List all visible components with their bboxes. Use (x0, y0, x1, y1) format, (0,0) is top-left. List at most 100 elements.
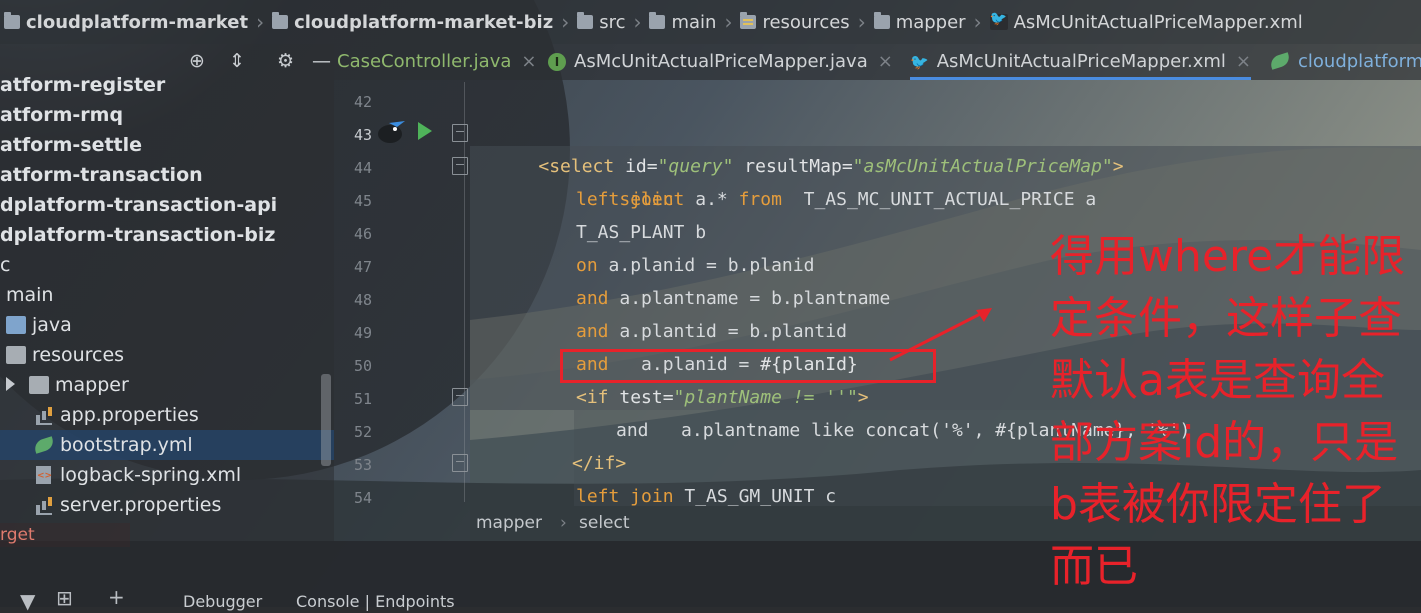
editor-breadcrumb-select[interactable]: select (579, 506, 630, 541)
add-watch-icon[interactable]: ⊞ (56, 586, 73, 610)
breadcrumb-item-mapper-xml[interactable]: AsMcUnitActualPriceMapper.xml (989, 11, 1303, 33)
properties-file-icon (34, 406, 54, 425)
fold-toggle-icon[interactable] (452, 388, 468, 406)
tab-cloudplatform[interactable]: cloudplatform (1268, 44, 1421, 80)
line-number: 47 (353, 258, 372, 276)
xml-file-icon (34, 466, 54, 484)
tree-item-module[interactable]: atform-transaction (0, 160, 334, 190)
editor-breadcrumb-mapper[interactable]: mapper (476, 506, 542, 541)
tree-item-bootstrap-yml[interactable]: bootstrap.yml (0, 430, 334, 460)
code-line-48: and a.plantname = b.plantname (576, 288, 891, 309)
interface-icon: I (548, 53, 566, 71)
code-line-43: <select id="query" resultMap="asMcUnitAc… (538, 156, 1124, 177)
annotation-note: 得用where才能限定条件，这样子查默认a表是查询全部方案id的，只是b表被你限… (1050, 231, 1406, 592)
breadcrumb-item-mapper[interactable]: mapper (873, 12, 966, 33)
tab-debugger[interactable]: Debugger (183, 592, 262, 611)
breadcrumb-item-resources[interactable]: resources (740, 12, 850, 33)
breadcrumb-item-cloudplatform-market[interactable]: cloudplatform-market (4, 12, 248, 33)
fold-toggle-icon[interactable] (452, 157, 468, 175)
line-number: 46 (353, 225, 372, 243)
tree-item-module[interactable]: atform-rmq (0, 100, 334, 130)
run-gutter-icon[interactable] (418, 122, 432, 140)
gear-icon[interactable]: ⚙ (277, 51, 294, 71)
tab-mapper-java[interactable]: I AsMcUnitActualPriceMapper.java × (548, 44, 893, 80)
filter-icon[interactable]: ▼ (20, 589, 35, 613)
expand-arrow-icon[interactable] (6, 377, 15, 391)
collapse-icon[interactable]: ⇕ (229, 51, 245, 71)
yml-file-icon (34, 436, 54, 454)
line-number: 45 (353, 192, 372, 210)
minimize-icon[interactable]: — (312, 51, 331, 71)
code-line-54: left join T_AS_GM_UNIT c (576, 486, 837, 506)
tab-console-endpoints[interactable]: Console | Endpoints (296, 592, 455, 611)
tree-item-module[interactable]: atform-register (0, 70, 334, 100)
project-panel: ⊕ ⇕ ⚙ — atform-register atform-rmq atfor… (0, 44, 334, 541)
properties-file-icon (34, 496, 54, 515)
tree-item-java[interactable]: java (0, 310, 334, 340)
mybatis-navigate-icon[interactable] (375, 117, 407, 145)
close-icon[interactable]: × (521, 51, 536, 72)
breadcrumb-separator: › (561, 10, 570, 34)
fold-guide-line (464, 82, 465, 502)
navigation-breadcrumb: cloudplatform-market › cloudplatform-mar… (0, 0, 1421, 44)
mybatis-xml-icon (989, 11, 1008, 30)
line-number: 43 (353, 126, 372, 144)
tree-item-resources[interactable]: resources (0, 340, 334, 370)
crosshair-icon[interactable]: ⊕ (189, 51, 205, 71)
project-scrollbar[interactable] (321, 374, 331, 466)
tree-item-module[interactable]: dplatform-transaction-api (0, 190, 334, 220)
mybatis-xml-icon: 🐦 (910, 53, 929, 71)
breadcrumb-separator: › (256, 10, 265, 34)
line-number: 53 (353, 456, 372, 474)
breadcrumb-item-src[interactable]: src (577, 12, 625, 33)
fold-toggle-icon[interactable] (452, 124, 468, 142)
breadcrumb-separator: › (560, 513, 567, 533)
plus-icon[interactable]: + (108, 585, 125, 609)
close-icon[interactable]: × (1236, 51, 1251, 72)
breadcrumb-separator: › (857, 10, 866, 34)
spring-leaf-icon (1268, 52, 1292, 70)
resources-folder-icon (6, 346, 26, 364)
code-line-51: <if test="plantName != ''"> (576, 387, 869, 408)
folder-icon (6, 316, 26, 334)
folder-icon (29, 376, 49, 394)
tree-item-src[interactable]: c (0, 250, 334, 280)
line-number: 49 (353, 324, 372, 342)
tree-item-main[interactable]: main (0, 280, 334, 310)
annotation-arrow-icon (889, 308, 992, 362)
folder-icon (873, 12, 890, 29)
module-folder-icon (272, 12, 289, 29)
tree-item-server-properties[interactable]: server.properties (0, 490, 334, 520)
folder-icon (649, 12, 666, 29)
code-line-46: T_AS_PLANT b (576, 222, 707, 243)
code-line-47: on a.planid = b.planid (576, 255, 815, 276)
tree-item-logback-xml[interactable]: logback-spring.xml (0, 460, 334, 490)
tree-item-module[interactable]: atform-settle (0, 130, 334, 160)
code-line-44: select a.* from T_AS_MC_UNIT_ACTUAL_PRIC… (619, 189, 1097, 210)
breadcrumb-separator: › (724, 10, 733, 34)
breadcrumb-separator: › (973, 10, 982, 34)
line-number: 44 (353, 159, 372, 177)
folder-icon (577, 12, 594, 29)
line-number: 51 (353, 390, 372, 408)
line-number: 50 (353, 357, 372, 375)
editor-tab-bar: CaseController.java × I AsMcUnitActualPric… (334, 44, 1421, 80)
tree-item-module[interactable]: dplatform-transaction-biz (0, 220, 334, 250)
breadcrumb-item-market-biz[interactable]: cloudplatform-market-biz (272, 12, 553, 33)
code-line-53: </if> (572, 453, 627, 474)
line-number: 54 (353, 489, 372, 507)
tree-item-target[interactable]: rget (0, 523, 130, 547)
resources-folder-icon (740, 12, 757, 29)
tab-mapper-xml[interactable]: 🐦 AsMcUnitActualPriceMapper.xml × (910, 44, 1251, 80)
breadcrumb-item-main[interactable]: main (649, 12, 716, 33)
breadcrumb-separator: › (633, 10, 642, 34)
tree-item-app-properties[interactable]: app.properties (0, 400, 334, 430)
module-folder-icon (4, 12, 20, 29)
close-icon[interactable]: × (878, 51, 893, 72)
tab-case-controller[interactable]: CaseController.java × (337, 44, 536, 80)
fold-toggle-icon[interactable] (452, 454, 468, 472)
tree-item-mapper[interactable]: mapper (0, 370, 334, 400)
code-line-49: and a.plantid = b.plantid (576, 321, 847, 342)
line-number: 48 (353, 291, 372, 309)
line-number: 42 (353, 93, 372, 111)
